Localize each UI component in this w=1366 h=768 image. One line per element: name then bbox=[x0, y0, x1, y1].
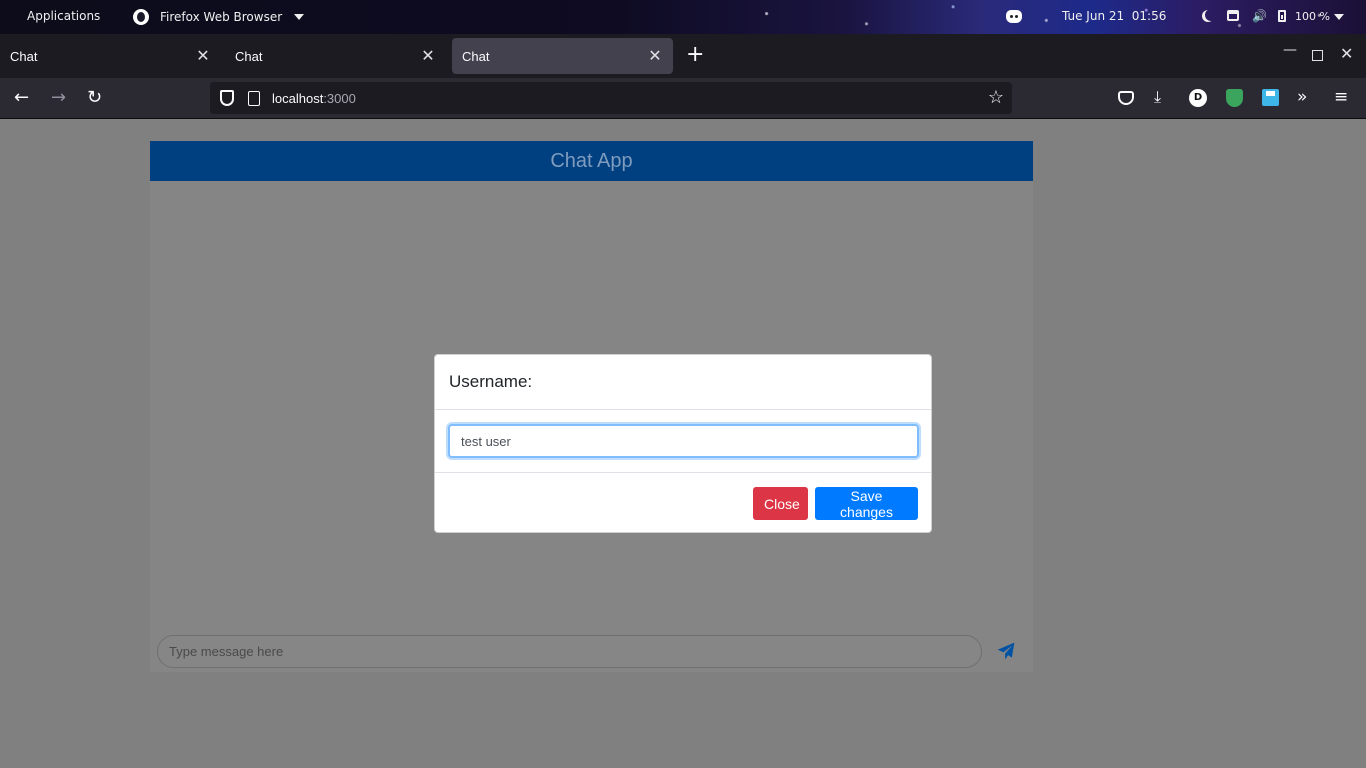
battery-percentage: 100 % bbox=[1295, 10, 1330, 23]
system-top-bar: Applications Firefox Web Browser Tue Jun… bbox=[0, 0, 1366, 34]
modal-header: Username: bbox=[435, 355, 931, 410]
battery-percentage-label: 100 % bbox=[1295, 10, 1330, 23]
url-host: localhost bbox=[272, 90, 324, 106]
minimize-window-icon[interactable]: — bbox=[1283, 42, 1297, 58]
maximize-window-icon[interactable] bbox=[1312, 50, 1323, 61]
profile-d-extension-icon[interactable]: D bbox=[1189, 89, 1207, 107]
tab-chat-3[interactable]: Chat ✕ bbox=[452, 38, 673, 74]
modal-footer: Close Save changes bbox=[435, 473, 931, 533]
username-input[interactable] bbox=[448, 424, 919, 458]
more-tools-chevron-icon[interactable]: » bbox=[1297, 87, 1307, 107]
reload-icon[interactable]: ↻ bbox=[87, 88, 102, 108]
modal-title: Username: bbox=[449, 372, 533, 391]
clock[interactable]: Tue Jun 21 01:56 bbox=[1062, 9, 1166, 23]
tab-chat-1[interactable]: Chat ✕ bbox=[0, 38, 221, 74]
hamburger-menu-icon[interactable]: ≡ bbox=[1334, 87, 1348, 107]
tracking-protection-shield-icon[interactable] bbox=[220, 90, 234, 106]
firefox-icon bbox=[133, 9, 149, 25]
volume-icon[interactable]: 🔊 bbox=[1252, 9, 1267, 23]
clock-label: Tue Jun 21 01:56 bbox=[1062, 9, 1167, 23]
adblock-shield-extension-icon[interactable] bbox=[1226, 89, 1243, 107]
window-tray-icon[interactable] bbox=[1227, 10, 1239, 21]
page-info-icon[interactable] bbox=[248, 90, 260, 106]
close-window-icon[interactable]: ✕ bbox=[1340, 44, 1353, 63]
pocket-icon[interactable] bbox=[1118, 91, 1134, 105]
close-tab-icon[interactable]: ✕ bbox=[420, 46, 436, 66]
chat-app-title: Chat App bbox=[550, 150, 633, 172]
save-changes-button[interactable]: Save changes bbox=[815, 487, 918, 520]
modal-body bbox=[435, 410, 931, 473]
close-button[interactable]: Close bbox=[753, 487, 808, 520]
navigation-toolbar: ← → ↻ localhost:3000 ☆ ⤓ D » ≡ bbox=[0, 78, 1366, 119]
downloads-icon[interactable]: ⤓ bbox=[1154, 87, 1161, 107]
applications-menu[interactable]: Applications bbox=[27, 9, 100, 23]
url-port: :3000 bbox=[323, 90, 356, 106]
night-light-icon[interactable] bbox=[1205, 9, 1217, 21]
save-floppy-extension-icon[interactable] bbox=[1262, 89, 1279, 106]
battery-icon[interactable] bbox=[1278, 10, 1286, 22]
tab-strip: Chat ✕ Chat ✕ Chat ✕ + — ✕ bbox=[0, 34, 1366, 78]
system-menu-chevron-down-icon[interactable] bbox=[1334, 14, 1344, 20]
discord-tray-icon[interactable] bbox=[1006, 10, 1022, 23]
active-app-menu[interactable]: Firefox Web Browser bbox=[133, 9, 305, 25]
message-input[interactable] bbox=[157, 635, 982, 668]
username-modal: Username: Close Save changes bbox=[434, 354, 932, 533]
tab-title: Chat bbox=[235, 48, 263, 64]
address-bar[interactable]: localhost:3000 ☆ bbox=[210, 82, 1012, 114]
chat-footer bbox=[150, 632, 1033, 672]
bookmark-star-icon[interactable]: ☆ bbox=[988, 87, 1004, 108]
chat-header: Chat App bbox=[150, 141, 1033, 181]
active-app-label: Firefox Web Browser bbox=[160, 10, 283, 24]
tab-title: Chat bbox=[462, 48, 490, 64]
close-tab-icon[interactable]: ✕ bbox=[195, 46, 211, 66]
chevron-down-icon bbox=[294, 14, 305, 20]
back-arrow-icon[interactable]: ← bbox=[14, 88, 29, 108]
send-paper-plane-icon[interactable] bbox=[996, 641, 1016, 661]
forward-arrow-icon[interactable]: → bbox=[51, 88, 66, 108]
new-tab-plus-icon[interactable]: + bbox=[686, 44, 704, 66]
tab-title: Chat bbox=[10, 48, 38, 64]
close-tab-icon[interactable]: ✕ bbox=[647, 46, 663, 66]
applications-label: Applications bbox=[27, 9, 101, 23]
tab-chat-2[interactable]: Chat ✕ bbox=[225, 38, 446, 74]
